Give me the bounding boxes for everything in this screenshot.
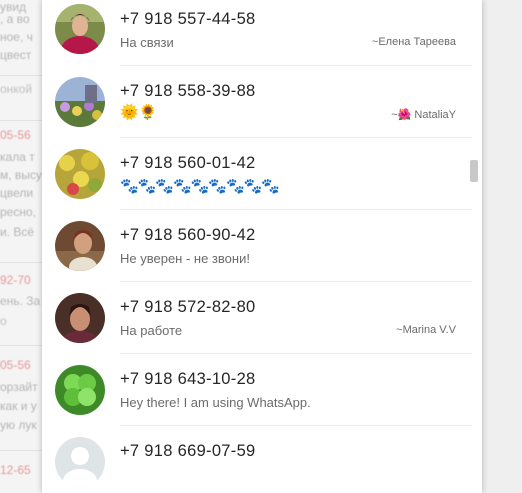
contact-nickname: ~Елена Тареева (371, 36, 456, 48)
background-text: цвест (0, 48, 32, 62)
row-separator (120, 65, 472, 66)
contact-phone: +7 918 643-10-28 (120, 370, 256, 388)
background-text: 05-56 (0, 358, 31, 372)
contact-nickname: ~Marina V.V (396, 324, 456, 336)
background-text: 05-56 (0, 128, 31, 142)
background-text: о (0, 314, 7, 328)
contact-phone: +7 918 572-82-80 (120, 298, 256, 316)
scrollbar-thumb[interactable] (470, 160, 478, 182)
photo-yellow-flowers-icon (55, 149, 105, 199)
contact-phone: +7 918 558-39-88 (120, 82, 256, 100)
row-separator (120, 281, 472, 282)
contact-status: На работе (120, 323, 183, 338)
photo-flowers-icon (55, 77, 105, 127)
contact-status: 🌞🌻 (120, 104, 158, 121)
contact-row[interactable]: +7 918 557-44-58 На связи ~Елена Тареева (42, 0, 482, 72)
contact-phone: +7 918 560-01-42 (120, 154, 256, 172)
background-text: цвели (0, 186, 34, 200)
default-avatar-icon (55, 437, 105, 487)
background-text: ую лук (0, 418, 37, 432)
contact-row[interactable]: +7 918 560-90-42 Не уверен - не звони! (42, 216, 482, 288)
contact-status: 🐾🐾🐾🐾🐾🐾🐾🐾🐾 (120, 178, 280, 195)
background-text: 12-65 (0, 463, 31, 477)
photo-clover-icon (55, 365, 105, 415)
contact-row[interactable]: +7 918 558-39-88 🌞🌻 ~🌺 NataliaY (42, 72, 482, 144)
contact-phone: +7 918 557-44-58 (120, 10, 256, 28)
contact-list-panel: +7 918 557-44-58 На связи ~Елена Тареева… (42, 0, 482, 493)
contact-status: Hey there! I am using WhatsApp. (120, 395, 311, 410)
row-separator (120, 425, 472, 426)
background-text: , а во (0, 12, 30, 26)
contact-phone: +7 918 560-90-42 (120, 226, 256, 244)
contact-status: На связи (120, 35, 174, 50)
contact-nickname: ~🌺 NataliaY (391, 109, 456, 121)
contact-row[interactable]: +7 918 560-01-42 🐾🐾🐾🐾🐾🐾🐾🐾🐾 (42, 144, 482, 216)
background-text: и. Всё (0, 225, 35, 239)
contact-phone: +7 918 669-07-59 (120, 442, 256, 460)
background-text: онкой (0, 82, 33, 96)
background-text: кала т (0, 150, 35, 164)
contact-row[interactable]: +7 918 572-82-80 На работе ~Marina V.V (42, 288, 482, 360)
background-text: ное, ч (0, 30, 33, 44)
background-text: как и у (0, 399, 37, 413)
contact-row[interactable]: +7 918 669-07-59 (42, 432, 482, 493)
background-text: 92-70 (0, 273, 31, 287)
background-text: м, высу (0, 168, 42, 182)
contact-status: Не уверен - не звони! (120, 251, 250, 266)
row-separator (120, 209, 472, 210)
background-text: ень. За (0, 294, 41, 308)
background-right-strip (482, 0, 522, 493)
row-separator (120, 353, 472, 354)
contact-row[interactable]: +7 918 643-10-28 Hey there! I am using W… (42, 360, 482, 432)
background-text: ресно, (0, 205, 36, 219)
row-separator (120, 137, 472, 138)
photo-woman-brown-icon (55, 221, 105, 271)
photo-woman-red-icon (55, 4, 105, 54)
photo-woman-dark-icon (55, 293, 105, 343)
background-text: орзайт (0, 380, 38, 394)
